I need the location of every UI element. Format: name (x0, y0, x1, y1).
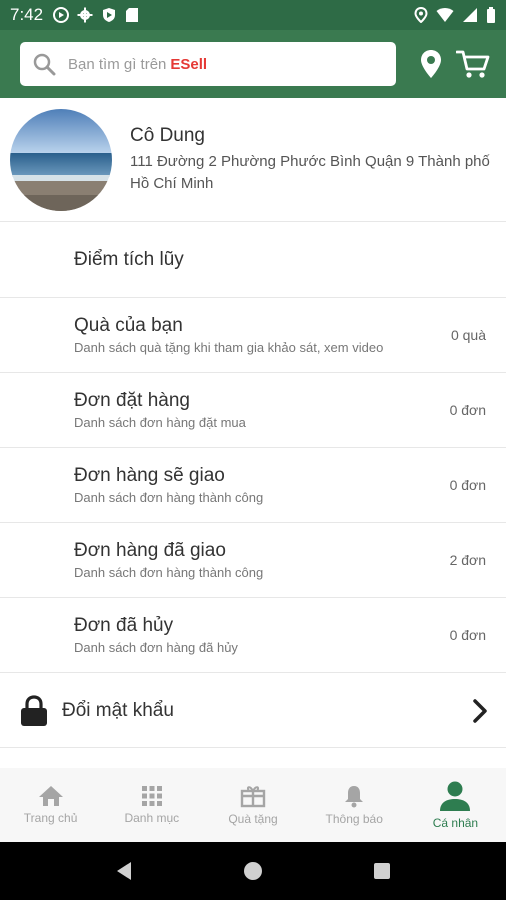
menu-item-subtitle: Danh sách đơn hàng thành công (74, 564, 264, 580)
nav-item-home[interactable]: Trang chủ (0, 768, 101, 842)
account-menu: Điểm tích lũy Quà của bạn Danh sách quà … (0, 223, 506, 673)
nav-label: Cá nhân (432, 816, 479, 830)
nav-label: Quà tặng (228, 812, 278, 826)
home-button-icon[interactable] (243, 861, 263, 881)
menu-item-subtitle: Danh sách đơn hàng đã hủy (74, 639, 238, 655)
bell-icon (345, 786, 364, 808)
menu-item-cancelled[interactable]: Đơn đã hủy Danh sách đơn hàng đã hủy 0 đ… (0, 598, 506, 673)
shield-icon (103, 8, 116, 22)
search-placeholder: Bạn tìm gì trên (68, 55, 167, 73)
menu-item-orders[interactable]: Đơn đặt hàng Danh sách đơn hàng đặt mua … (0, 373, 506, 448)
change-password-row[interactable]: Đổi mật khẩu (0, 674, 506, 748)
app-header: Bạn tìm gì trên ESell (0, 30, 506, 98)
nav-item-notifications[interactable]: Thông báo (304, 768, 405, 842)
avatar[interactable] (10, 108, 112, 211)
lock-icon (21, 694, 47, 726)
location-status-icon (414, 7, 428, 23)
nav-label: Thông báo (325, 812, 383, 826)
menu-item-title: Đơn hàng sẽ giao (74, 464, 225, 486)
menu-item-count: 0 đơn (449, 627, 486, 643)
nav-label: Danh mục (124, 811, 180, 825)
status-time: 7:42 (10, 5, 44, 24)
location-icon[interactable] (420, 49, 442, 79)
menu-item-count: 0 đơn (449, 402, 486, 418)
nav-label: Trang chủ (23, 811, 78, 825)
menu-item-points[interactable]: Điểm tích lũy (0, 223, 506, 298)
menu-item-gifts[interactable]: Quà của bạn Danh sách quà tặng khi tham … (0, 298, 506, 373)
battery-icon (487, 7, 495, 23)
menu-item-delivered[interactable]: Đơn hàng đã giao Danh sách đơn hàng thàn… (0, 523, 506, 598)
menu-item-count: 0 quà (450, 327, 486, 343)
profile-name: Cô Dung (130, 124, 205, 146)
menu-item-subtitle: Danh sách quà tặng khi tham gia khảo sát… (74, 339, 384, 355)
recents-icon[interactable] (373, 862, 391, 880)
back-icon[interactable] (115, 861, 133, 881)
sd-card-icon (126, 8, 139, 22)
nav-item-categories[interactable]: Danh mục (101, 768, 202, 842)
menu-item-subtitle: Danh sách đơn hàng thành công (74, 489, 264, 505)
menu-item-title: Đơn hàng đã giao (74, 539, 226, 561)
chevron-right-icon (473, 698, 487, 723)
person-icon (440, 781, 471, 811)
search-icon (33, 53, 56, 76)
play-icon (53, 7, 70, 23)
menu-item-count: 0 đơn (449, 477, 486, 493)
grid-icon (141, 786, 162, 806)
wifi-icon (436, 8, 454, 22)
menu-item-subtitle: Danh sách đơn hàng đặt mua (74, 414, 246, 430)
home-icon (38, 786, 63, 806)
gift-icon (240, 786, 266, 808)
profile-header[interactable]: Cô Dung 111 Đường 2 Phường Phước Bình Qu… (0, 98, 506, 222)
profile-address: 111 Đường 2 Phường Phước Bình Quận 9 Thà… (130, 152, 490, 192)
menu-item-to-deliver[interactable]: Đơn hàng sẽ giao Danh sách đơn hàng thàn… (0, 448, 506, 523)
menu-item-count: 2 đơn (449, 552, 486, 568)
search-input[interactable]: Bạn tìm gì trên ESell (20, 42, 396, 86)
menu-item-title: Đơn đã hủy (74, 614, 174, 636)
nav-item-gifts[interactable]: Quà tặng (202, 768, 303, 842)
menu-item-title: Quà của bạn (74, 314, 183, 336)
system-nav-bar (0, 842, 506, 900)
change-password-label: Đổi mật khẩu (62, 699, 174, 721)
menu-item-title: Đơn đặt hàng (74, 389, 190, 411)
nav-item-profile[interactable]: Cá nhân (405, 768, 506, 842)
settings-icon (77, 7, 93, 23)
status-bar: 7:42 (0, 0, 506, 30)
brand-name: ESell (170, 55, 208, 73)
bottom-nav: Trang chủ Danh mục Quà tặng Thông báo Cá… (0, 768, 506, 842)
signal-icon (463, 8, 477, 22)
menu-item-title: Điểm tích lũy (74, 249, 184, 270)
cart-icon[interactable] (456, 49, 490, 79)
